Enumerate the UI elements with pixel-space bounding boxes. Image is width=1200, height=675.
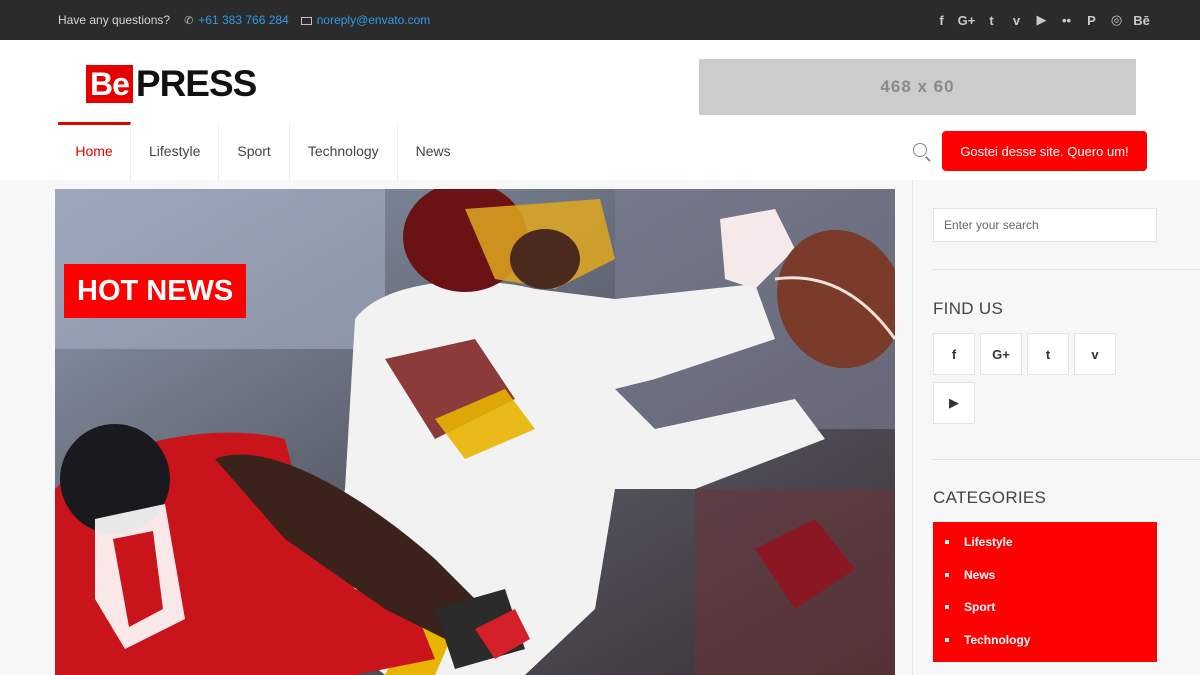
bullet-icon (945, 540, 949, 545)
nav-item-news[interactable]: News (398, 122, 469, 180)
main-nav: Home Lifestyle Sport Technology News (58, 122, 469, 180)
sidebar-divider (933, 459, 1200, 460)
category-label: Technology (964, 632, 1031, 647)
site-logo[interactable]: Be PRESS (86, 63, 257, 104)
category-item[interactable]: Lifestyle (933, 526, 1157, 559)
mail-icon (300, 16, 312, 25)
nav-item-lifestyle[interactable]: Lifestyle (131, 122, 220, 180)
google-plus-icon[interactable]: G+ (954, 13, 979, 28)
question-text: Have any questions? (58, 13, 171, 27)
cta-button[interactable]: Gostei desse site. Quero um! (942, 131, 1147, 171)
find-us-twitter-icon[interactable]: t (1027, 333, 1069, 375)
pinterest-icon[interactable]: P (1079, 13, 1104, 28)
search-icon[interactable] (913, 143, 927, 157)
category-item[interactable]: News (933, 559, 1157, 592)
nav-item-technology[interactable]: Technology (290, 122, 398, 180)
top-bar: Have any questions? ✆ +61 383 766 284 no… (0, 0, 1200, 40)
bullet-icon (945, 572, 949, 577)
instagram-icon[interactable]: ◎ (1104, 12, 1129, 28)
ad-banner[interactable]: 468 x 60 (699, 59, 1136, 115)
vimeo-icon[interactable]: v (1004, 13, 1029, 28)
sidebar-search-input[interactable] (933, 208, 1157, 242)
bullet-icon (945, 637, 949, 642)
nav-item-home[interactable]: Home (58, 122, 131, 180)
behance-icon[interactable]: Bē (1129, 13, 1154, 28)
find-us-facebook-icon[interactable]: f (933, 333, 975, 375)
phone-link[interactable]: +61 383 766 284 (198, 13, 288, 27)
find-us-google-plus-icon[interactable]: G+ (980, 333, 1022, 375)
nav-item-sport[interactable]: Sport (219, 122, 290, 180)
find-us-title: FIND US (933, 299, 1004, 318)
twitter-icon[interactable]: t (979, 13, 1004, 28)
facebook-icon[interactable]: f (929, 13, 954, 28)
site-header: Be PRESS 468 x 60 Home Lifestyle Sport T… (0, 40, 1200, 180)
find-us-youtube-icon[interactable]: ▶ (933, 382, 975, 424)
categories-list: Lifestyle News Sport Technology (933, 522, 1157, 662)
category-label: Lifestyle (964, 535, 1013, 550)
contact-info: Have any questions? ✆ +61 383 766 284 no… (58, 0, 430, 40)
hero-image[interactable]: HOT NEWS (55, 189, 895, 675)
sidebar: FIND US f G+ t v ▶ CATEGORIES Lifestyle … (912, 180, 1200, 675)
email-link[interactable]: noreply@envato.com (317, 13, 431, 27)
logo-press: PRESS (135, 63, 257, 104)
youtube-icon[interactable]: ▶ (1029, 12, 1054, 28)
category-label: News (964, 567, 996, 582)
hot-news-badge[interactable]: HOT NEWS (64, 264, 247, 318)
find-us-vimeo-icon[interactable]: v (1074, 333, 1116, 375)
flickr-icon[interactable]: •• (1054, 13, 1079, 28)
bullet-icon (945, 605, 949, 610)
social-links: f G+ t v ▶ •• P ◎ Bē (929, 0, 1154, 40)
logo-be: Be (86, 65, 133, 103)
category-label: Sport (964, 600, 996, 615)
category-item[interactable]: Sport (933, 591, 1157, 624)
categories-title: CATEGORIES (933, 488, 1047, 507)
category-item[interactable]: Technology (933, 624, 1157, 657)
hero-photo (55, 189, 895, 675)
phone-icon: ✆ (184, 14, 194, 27)
sidebar-divider (933, 269, 1200, 270)
